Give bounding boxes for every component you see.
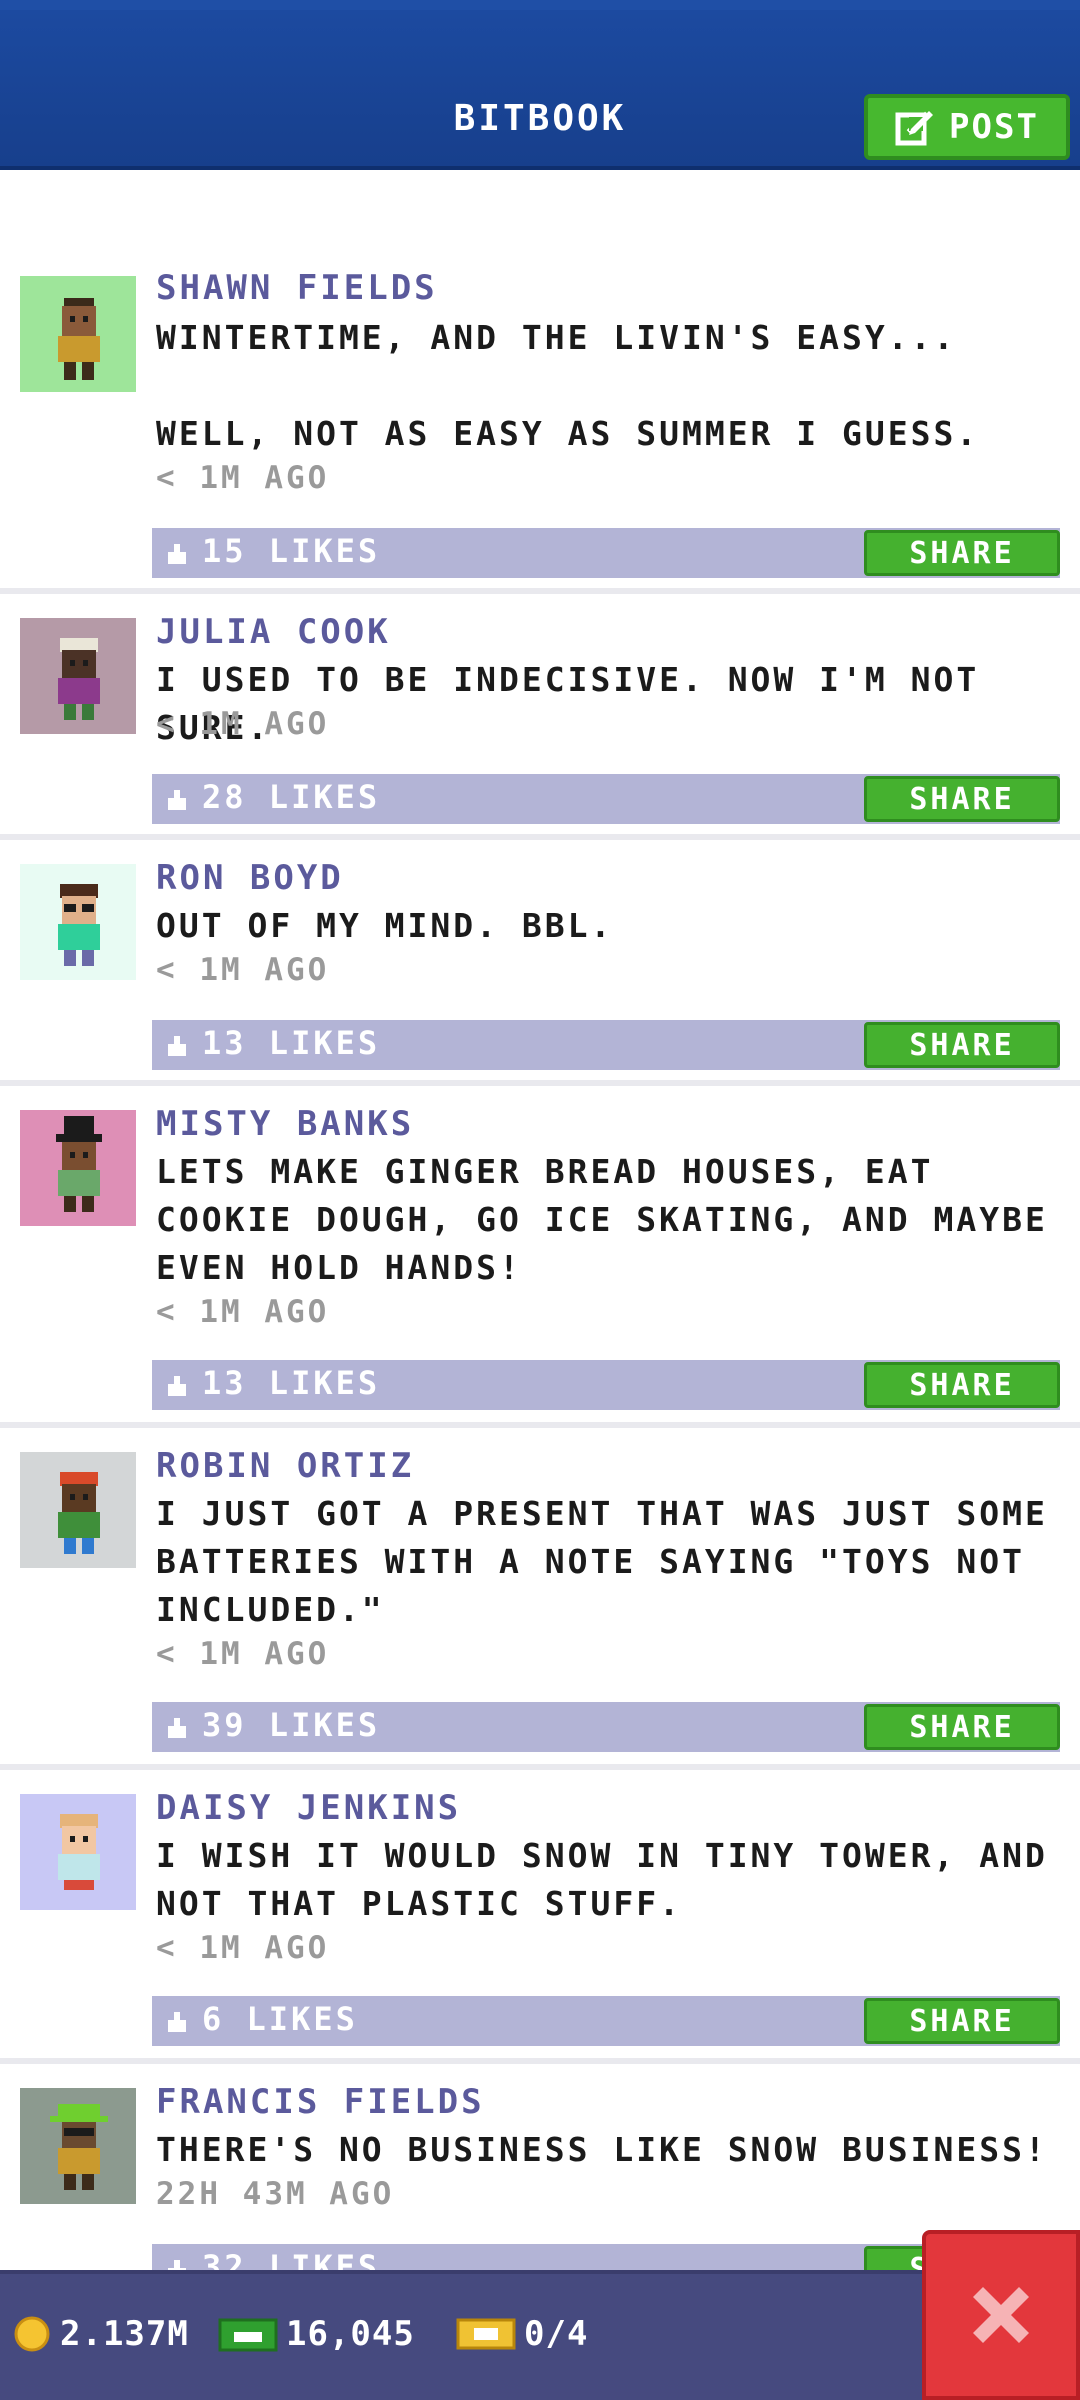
post-time: < 1M AGO [156, 1636, 330, 1672]
post-author[interactable]: SHAWN FIELDS [156, 268, 438, 308]
post-author[interactable]: RON BOYD [156, 858, 344, 898]
feed-post: FRANCIS FIELDS THERE'S NO BUSINESS LIKE … [0, 2064, 1080, 2270]
post-author[interactable]: DAISY JENKINS [156, 1788, 461, 1828]
close-icon [973, 2287, 1029, 2343]
post-time: < 1M AGO [156, 1294, 330, 1330]
coins-stat: 2.137M [12, 2314, 189, 2354]
top-bar: BITBOOK POST [0, 0, 1080, 170]
bux-stat: 16,045 [218, 2314, 415, 2354]
like-bar: 28 LIKES SHARE [152, 774, 1060, 824]
avatar[interactable] [20, 2088, 136, 2204]
avatar-image [20, 1452, 136, 1568]
post-button-label: POST [949, 107, 1039, 147]
post-author[interactable]: JULIA COOK [156, 612, 391, 652]
like-icon[interactable] [162, 2254, 192, 2270]
like-icon[interactable] [162, 1370, 192, 1400]
feed-post: SHAWN FIELDS WINTERTIME, AND THE LIVIN'S… [0, 170, 1080, 594]
likes-count: 39 LIKES [202, 1706, 381, 1744]
close-button[interactable] [922, 2230, 1080, 2400]
share-button[interactable]: SHARE [864, 1998, 1060, 2044]
share-button[interactable]: SHARE [864, 530, 1060, 576]
status-bar: 2.137M 16,045 0/4 [0, 2270, 1080, 2400]
tickets-stat: 0/4 [456, 2314, 588, 2354]
like-icon[interactable] [162, 784, 192, 814]
like-icon[interactable] [162, 2006, 192, 2036]
like-bar: 39 LIKES SHARE [152, 1702, 1060, 1752]
feed-post: DAISY JENKINS I WISH IT WOULD SNOW IN TI… [0, 1770, 1080, 2064]
feed-post: MISTY BANKS LETS MAKE GINGER BREAD HOUSE… [0, 1086, 1080, 1428]
like-icon[interactable] [162, 1030, 192, 1060]
post-time: < 1M AGO [156, 460, 330, 496]
feed-post: RON BOYD OUT OF MY MIND. BBL. < 1M AGO 1… [0, 840, 1080, 1086]
post-message: I WISH IT WOULD SNOW IN TINY TOWER, AND … [156, 1836, 1071, 1923]
post-button[interactable]: POST [864, 94, 1070, 160]
share-button[interactable]: SHARE [864, 1022, 1060, 1068]
post-time: < 1M AGO [156, 706, 330, 742]
post-message: OUT OF MY MIND. BBL. [156, 906, 614, 945]
avatar-image [20, 1110, 136, 1226]
avatar-image [20, 864, 136, 980]
like-bar: 15 LIKES SHARE [152, 528, 1060, 578]
post-message: LETS MAKE GINGER BREAD HOUSES, EAT COOKI… [156, 1152, 1071, 1287]
avatar[interactable] [20, 1794, 136, 1910]
avatar-image [20, 618, 136, 734]
edit-icon [895, 111, 934, 146]
coins-value: 2.137M [60, 2314, 189, 2354]
post-time: 22H 43M AGO [156, 2176, 395, 2212]
feed-list[interactable]: SHAWN FIELDS WINTERTIME, AND THE LIVIN'S… [0, 170, 1080, 2270]
avatar[interactable] [20, 276, 136, 392]
share-button[interactable]: SHARE [864, 1704, 1060, 1750]
bux-icon [218, 2318, 278, 2352]
likes-count: 28 LIKES [202, 778, 381, 816]
post-message: THERE'S NO BUSINESS LIKE SNOW BUSINESS! [156, 2130, 1048, 2169]
post-message: I JUST GOT A PRESENT THAT WAS JUST SOME … [156, 1494, 1071, 1629]
avatar-image [20, 276, 136, 392]
feed-post: JULIA COOK I USED TO BE INDECISIVE. NOW … [0, 594, 1080, 840]
avatar[interactable] [20, 618, 136, 734]
tickets-value: 0/4 [524, 2314, 589, 2354]
likes-count: 6 LIKES [202, 2000, 358, 2038]
likes-count: 13 LIKES [202, 1024, 381, 1062]
post-author[interactable]: ROBIN ORTIZ [156, 1446, 414, 1486]
avatar-image [20, 2088, 136, 2204]
like-bar: 13 LIKES SHARE [152, 1020, 1060, 1070]
ticket-icon [456, 2318, 516, 2350]
share-button[interactable]: SHARE [864, 1362, 1060, 1408]
likes-count: 15 LIKES [202, 532, 381, 570]
like-icon[interactable] [162, 1712, 192, 1742]
post-time: < 1M AGO [156, 1930, 330, 1966]
like-icon[interactable] [162, 538, 192, 568]
feed-post: ROBIN ORTIZ I JUST GOT A PRESENT THAT WA… [0, 1428, 1080, 1770]
post-time: < 1M AGO [156, 952, 330, 988]
post-message: WINTERTIME, AND THE LIVIN'S EASY... WELL… [156, 318, 980, 453]
likes-count: 13 LIKES [202, 1364, 381, 1402]
avatar[interactable] [20, 1110, 136, 1226]
avatar[interactable] [20, 1452, 136, 1568]
avatar[interactable] [20, 864, 136, 980]
share-button[interactable]: SHARE [864, 776, 1060, 822]
avatar-image [20, 1794, 136, 1910]
likes-count: 32 LIKES [202, 2248, 381, 2270]
like-bar: 13 LIKES SHARE [152, 1360, 1060, 1410]
coin-icon [14, 2316, 50, 2352]
post-author[interactable]: MISTY BANKS [156, 1104, 414, 1144]
post-author[interactable]: FRANCIS FIELDS [156, 2082, 485, 2122]
bux-value: 16,045 [286, 2314, 415, 2354]
like-bar: 6 LIKES SHARE [152, 1996, 1060, 2046]
